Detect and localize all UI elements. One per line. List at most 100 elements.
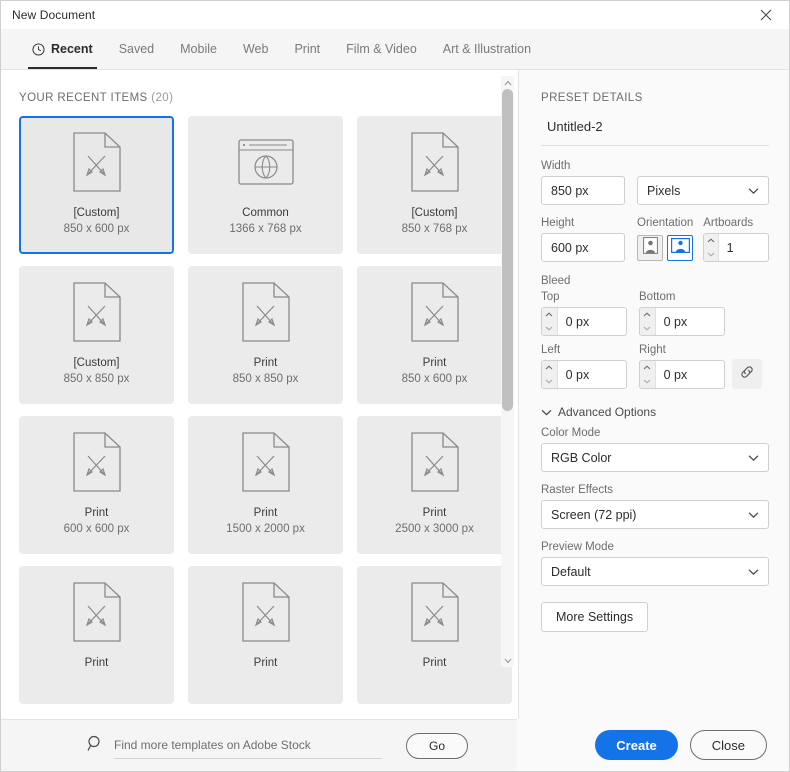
scroll-down-button[interactable] [501, 654, 514, 667]
document-pencil-ruler-icon [21, 118, 172, 206]
stock-go-button[interactable]: Go [406, 732, 468, 759]
recent-items-grid: [Custom] 850 x 600 px Common 1366 x 768 … [1, 116, 518, 704]
template-card-dims: 2500 x 3000 px [395, 523, 474, 535]
templates-scrollbar[interactable] [501, 76, 514, 667]
bleed-top-input[interactable] [557, 308, 626, 335]
tab-print[interactable]: Print [281, 29, 333, 69]
portrait-orientation-button[interactable] [637, 234, 663, 261]
tab-film-video[interactable]: Film & Video [333, 29, 430, 69]
chevron-down-icon [643, 379, 651, 384]
bleed-right-stepper[interactable] [639, 360, 725, 389]
document-pencil-ruler-icon [21, 268, 172, 356]
bleed-right-stepper-buttons [640, 361, 656, 388]
create-button[interactable]: Create [595, 730, 678, 760]
bleed-top-decrement-button[interactable] [542, 322, 557, 336]
bleed-section: Bleed Top 0 px Bottom 0 px Left 0 px Rig… [541, 275, 769, 389]
chevron-down-icon [545, 326, 553, 331]
chevron-down-icon [748, 568, 759, 575]
chevron-down-icon [545, 379, 553, 384]
template-card-label: [Custom] [411, 207, 458, 219]
new-document-dialog: New Document Recent Saved Mobile Web Pri… [0, 0, 790, 772]
template-card-dims: 850 x 850 px [232, 373, 299, 385]
bleed-row-1: Top 0 px Bottom 0 px [541, 291, 769, 336]
template-card[interactable]: Print 850 x 600 px [357, 266, 512, 404]
document-pencil-ruler-icon [190, 568, 341, 656]
bleed-bottom-input[interactable] [655, 308, 724, 335]
template-card-dims: 850 x 850 px [63, 373, 130, 385]
template-card[interactable]: [Custom] 850 x 600 px [19, 116, 174, 254]
search-icon [87, 735, 104, 757]
tab-saved[interactable]: Saved [106, 29, 167, 69]
advanced-options-toggle[interactable]: Advanced Options [541, 405, 769, 419]
artboards-increment-button[interactable] [704, 234, 717, 248]
chevron-up-icon [707, 238, 715, 243]
bleed-bottom-stepper[interactable] [639, 307, 725, 336]
template-card-label: Print [253, 357, 278, 369]
recent-items-heading: YOUR RECENT ITEMS (20) [1, 70, 518, 116]
bleed-bottom-stepper-buttons [640, 308, 656, 335]
width-input[interactable] [541, 176, 625, 205]
template-card[interactable]: Print [188, 566, 343, 704]
document-pencil-ruler-icon [21, 418, 172, 506]
tab-web[interactable]: Web [230, 29, 281, 69]
tab-art-illustration[interactable]: Art & Illustration [430, 29, 544, 69]
artboards-input[interactable] [718, 234, 768, 261]
title-bar: New Document [1, 1, 789, 29]
chevron-down-icon [707, 252, 715, 257]
bleed-right-label: Right [639, 344, 666, 356]
template-card[interactable]: Print 850 x 850 px [188, 266, 343, 404]
raster-effects-label: Raster Effects [541, 484, 614, 496]
stock-search-wrap [114, 733, 382, 759]
template-card[interactable]: Print 1500 x 2000 px [188, 416, 343, 554]
templates-pane: YOUR RECENT ITEMS (20) [Custom] 850 x 60… [1, 70, 519, 771]
close-icon [760, 9, 772, 21]
color-mode-select[interactable]: RGB Color [541, 443, 769, 472]
bleed-top-stepper[interactable] [541, 307, 627, 336]
template-card[interactable]: Print [357, 566, 512, 704]
units-select[interactable]: Pixels [637, 176, 769, 205]
height-input[interactable] [541, 233, 625, 262]
close-button[interactable]: Close [689, 730, 767, 760]
template-card-dims: 850 x 600 px [63, 223, 130, 235]
document-name-input[interactable] [541, 117, 769, 146]
template-card[interactable]: Print 2500 x 3000 px [357, 416, 512, 554]
scroll-up-button[interactable] [501, 76, 514, 89]
bleed-top-increment-button[interactable] [542, 308, 557, 322]
more-settings-button[interactable]: More Settings [541, 602, 649, 632]
template-card[interactable]: Print 600 x 600 px [19, 416, 174, 554]
close-window-button[interactable] [743, 1, 789, 29]
template-card[interactable]: [Custom] 850 x 850 px [19, 266, 174, 404]
bleed-bottom-increment-button[interactable] [640, 308, 655, 322]
preview-mode-select[interactable]: Default [541, 557, 769, 586]
template-card[interactable]: Print [19, 566, 174, 704]
bleed-left-input[interactable] [557, 361, 626, 388]
bleed-left-decrement-button[interactable] [542, 375, 557, 389]
stock-search-input[interactable] [114, 738, 382, 752]
bleed-right-input[interactable] [655, 361, 724, 388]
template-card-dims: 850 x 600 px [401, 373, 468, 385]
tab-recent-label: Recent [51, 42, 93, 56]
tab-mobile[interactable]: Mobile [167, 29, 230, 69]
bleed-bottom-decrement-button[interactable] [640, 322, 655, 336]
color-mode-label: Color Mode [541, 427, 601, 439]
landscape-orientation-button[interactable] [667, 234, 693, 261]
bleed-right-increment-button[interactable] [640, 361, 655, 375]
template-card[interactable]: [Custom] 850 x 768 px [357, 116, 512, 254]
tab-recent[interactable]: Recent [19, 29, 106, 69]
artboards-label: Artboards [703, 217, 754, 229]
scrollbar-track[interactable] [501, 89, 514, 654]
raster-effects-select[interactable]: Screen (72 ppi) [541, 500, 769, 529]
template-card[interactable]: Common 1366 x 768 px [188, 116, 343, 254]
template-card-label: Print [422, 507, 447, 519]
bleed-left-increment-button[interactable] [542, 361, 557, 375]
preset-details-pane: PRESET DETAILS Width Pixels [519, 70, 789, 771]
artboards-stepper[interactable] [703, 233, 769, 262]
artboards-decrement-button[interactable] [704, 248, 717, 262]
bleed-left-stepper[interactable] [541, 360, 627, 389]
raster-effects-value: Screen (72 ppi) [551, 507, 637, 522]
tab-bar: Recent Saved Mobile Web Print Film & Vid… [1, 29, 789, 70]
scrollbar-thumb[interactable] [502, 89, 513, 412]
template-card-dims: 600 x 600 px [63, 523, 130, 535]
bleed-link-button[interactable] [732, 359, 762, 389]
bleed-right-decrement-button[interactable] [640, 375, 655, 389]
